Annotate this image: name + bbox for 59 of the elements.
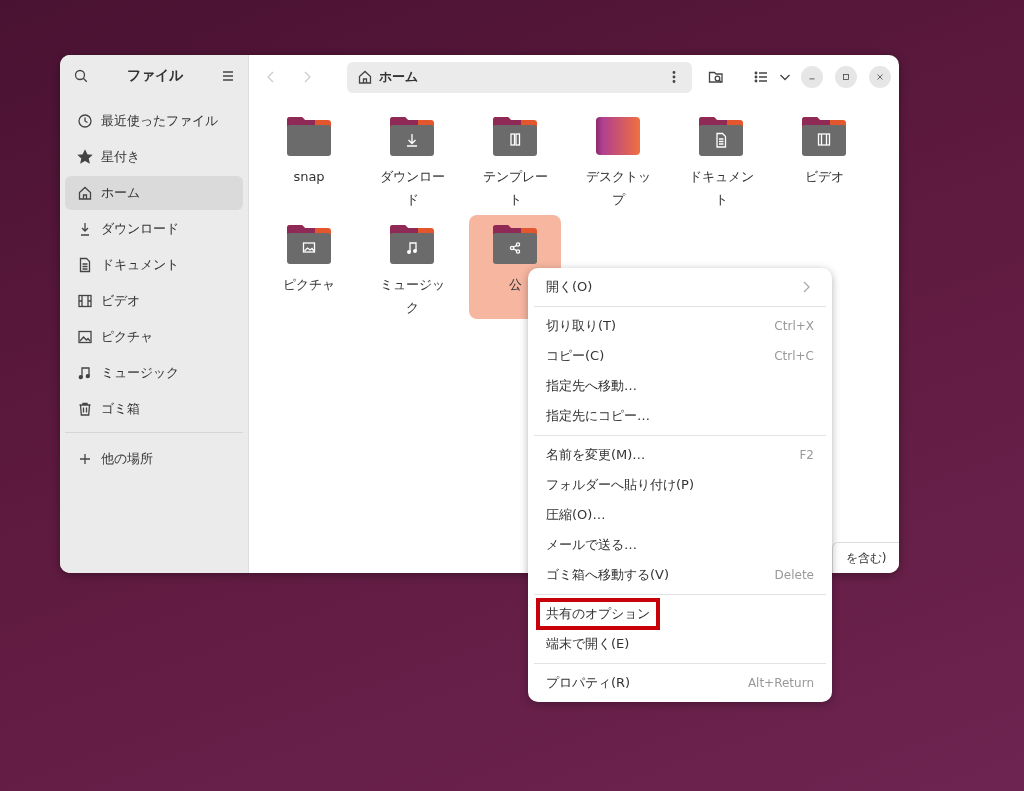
app-title: ファイル bbox=[126, 67, 183, 85]
list-view-icon[interactable] bbox=[753, 69, 769, 85]
sidebar-item[interactable]: ビデオ bbox=[65, 284, 243, 318]
location-label: ホーム bbox=[379, 68, 419, 86]
clock-icon bbox=[77, 113, 93, 129]
folder-icon bbox=[390, 117, 434, 157]
sidebar-item[interactable]: 最近使ったファイル bbox=[65, 104, 243, 138]
folder-item[interactable]: snap bbox=[263, 107, 355, 211]
folder-search-icon[interactable] bbox=[708, 69, 724, 85]
sidebar-item[interactable]: ドキュメント bbox=[65, 248, 243, 282]
menu-item[interactable]: フォルダーへ貼り付け(P) bbox=[534, 470, 826, 500]
folder-icon bbox=[802, 117, 846, 157]
folder-icon bbox=[493, 225, 537, 265]
folder-icon bbox=[699, 117, 743, 157]
menu-item[interactable]: コピー(C) Ctrl+C bbox=[534, 341, 826, 371]
desktop-folder-icon bbox=[596, 117, 640, 157]
sidebar-item[interactable]: ゴミ箱 bbox=[65, 392, 243, 426]
sidebar-item[interactable]: ダウンロード bbox=[65, 212, 243, 246]
folder-item[interactable]: ビデオ bbox=[778, 107, 870, 211]
maximize-button[interactable] bbox=[835, 66, 857, 88]
menu-item[interactable]: 指定先へ移動… bbox=[534, 371, 826, 401]
menu-item[interactable]: 端末で開く(E) bbox=[534, 629, 826, 659]
home-icon bbox=[357, 69, 373, 85]
sidebar-item[interactable]: 他の場所 bbox=[65, 442, 243, 476]
folder-item[interactable]: ピクチャ bbox=[263, 215, 355, 319]
menu-icon[interactable] bbox=[220, 68, 236, 84]
menu-item[interactable]: ゴミ箱へ移動する(V) Delete bbox=[534, 560, 826, 590]
menu-item[interactable]: メールで送る… bbox=[534, 530, 826, 560]
music-note-icon bbox=[77, 365, 93, 381]
folder-item[interactable]: ミュージック bbox=[366, 215, 458, 319]
folder-icon bbox=[287, 117, 331, 157]
home-icon bbox=[77, 185, 93, 201]
folder-icon bbox=[287, 225, 331, 265]
folder-icon bbox=[493, 117, 537, 157]
menu-item[interactable]: プロパティ(R) Alt+Return bbox=[534, 668, 826, 698]
plus-icon bbox=[77, 451, 93, 467]
menu-item[interactable]: 共有のオプション bbox=[534, 599, 826, 629]
star-icon bbox=[77, 149, 93, 165]
status-text: を含む) bbox=[832, 542, 899, 573]
sidebar-item[interactable]: ホーム bbox=[65, 176, 243, 210]
folder-icon bbox=[390, 225, 434, 265]
sidebar-item[interactable]: ミュージック bbox=[65, 356, 243, 390]
film-icon bbox=[77, 293, 93, 309]
menu-item[interactable]: 圧縮(O)… bbox=[534, 500, 826, 530]
menu-item[interactable]: 指定先にコピー… bbox=[534, 401, 826, 431]
menu-item[interactable]: 名前を変更(M)… F2 bbox=[534, 440, 826, 470]
folder-item[interactable]: テンプレート bbox=[469, 107, 561, 211]
document-icon bbox=[77, 257, 93, 273]
path-bar[interactable]: ホーム bbox=[347, 61, 692, 93]
folder-item[interactable]: ダウンロード bbox=[366, 107, 458, 211]
folder-item[interactable]: ドキュメント bbox=[675, 107, 767, 211]
sidebar-item[interactable]: ピクチャ bbox=[65, 320, 243, 354]
trash-icon bbox=[77, 401, 93, 417]
picture-icon bbox=[77, 329, 93, 345]
close-icon bbox=[875, 72, 885, 82]
maximize-icon bbox=[841, 72, 851, 82]
folder-item[interactable]: デスクトップ bbox=[572, 107, 664, 211]
sidebar-item[interactable]: 星付き bbox=[65, 140, 243, 174]
search-icon[interactable] bbox=[73, 68, 89, 84]
